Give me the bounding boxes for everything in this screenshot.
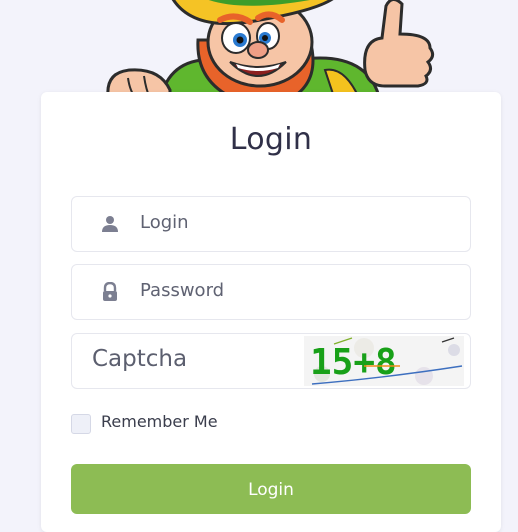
leprechaun-mascot-image (106, 0, 435, 100)
login-card: Login Login Password Captcha 15+8 Rememb… (41, 92, 501, 532)
captcha-placeholder: Captcha (92, 346, 188, 372)
password-placeholder: Password (140, 280, 225, 301)
login-placeholder: Login (140, 212, 189, 233)
captcha-image: 15+8 (304, 336, 464, 386)
password-field[interactable]: Password (71, 264, 471, 320)
remember-me-label: Remember Me (101, 412, 218, 431)
captcha-field[interactable]: Captcha 15+8 (71, 333, 471, 389)
lock-icon (100, 281, 120, 302)
remember-me-checkbox[interactable] (71, 414, 91, 434)
login-button[interactable]: Login (71, 464, 471, 514)
user-icon (100, 214, 120, 234)
login-title: Login (229, 122, 313, 157)
login-field[interactable]: Login (71, 196, 471, 252)
